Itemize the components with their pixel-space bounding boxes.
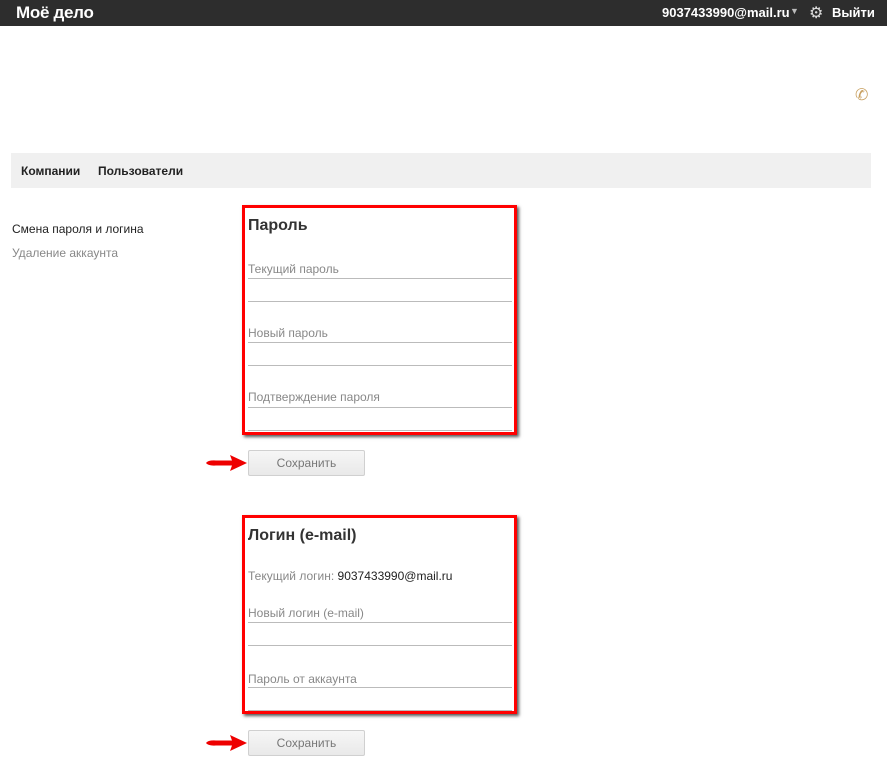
user-menu[interactable]: 9037433990@mail.ru (662, 5, 790, 20)
current-login-label: Текущий логин: (248, 569, 335, 583)
password-title: Пароль (248, 217, 308, 234)
login-title: Логин (e-mail) (248, 527, 357, 544)
main-nav: Компании Пользователи (11, 153, 871, 188)
sidebar-item-delete-account[interactable]: Удаление аккаунта (12, 246, 118, 260)
save-password-button[interactable]: Сохранить (248, 450, 365, 476)
gear-icon[interactable]: ⚙ (809, 3, 823, 23)
password-section: Пароль Текущий пароль Новый пароль Подтв… (242, 205, 517, 435)
red-arrow-icon (206, 455, 247, 471)
confirm-password-label: Подтверждение пароля (248, 390, 380, 404)
save-login-button[interactable]: Сохранить (248, 730, 365, 756)
sidebar-item-change-password[interactable]: Смена пароля и логина (12, 222, 144, 236)
nav-companies[interactable]: Компании (21, 164, 80, 178)
current-login-value: 9037433990@mail.ru (337, 569, 453, 583)
logo[interactable]: Моё дело (16, 3, 94, 23)
new-password-label: Новый пароль (248, 326, 328, 340)
current-password-input[interactable] (248, 278, 512, 302)
login-section: Логин (e-mail) Текущий логин: 9037433990… (242, 515, 517, 714)
confirm-password-input[interactable] (248, 407, 512, 431)
account-password-label: Пароль от аккаунта (248, 672, 357, 686)
red-arrow-icon (206, 735, 247, 751)
top-bar: Моё дело 9037433990@mail.ru ▼ ⚙ Выйти (0, 0, 887, 26)
chevron-down-icon[interactable]: ▼ (790, 6, 799, 16)
new-password-input[interactable] (248, 342, 512, 366)
logout-link[interactable]: Выйти (832, 5, 875, 20)
nav-users[interactable]: Пользователи (98, 164, 183, 178)
account-password-input[interactable] (248, 687, 512, 711)
new-login-label: Новый логин (e-mail) (248, 606, 364, 620)
phone-icon[interactable]: ✆ (855, 85, 868, 105)
current-password-label: Текущий пароль (248, 262, 339, 276)
new-login-input[interactable] (248, 622, 512, 646)
